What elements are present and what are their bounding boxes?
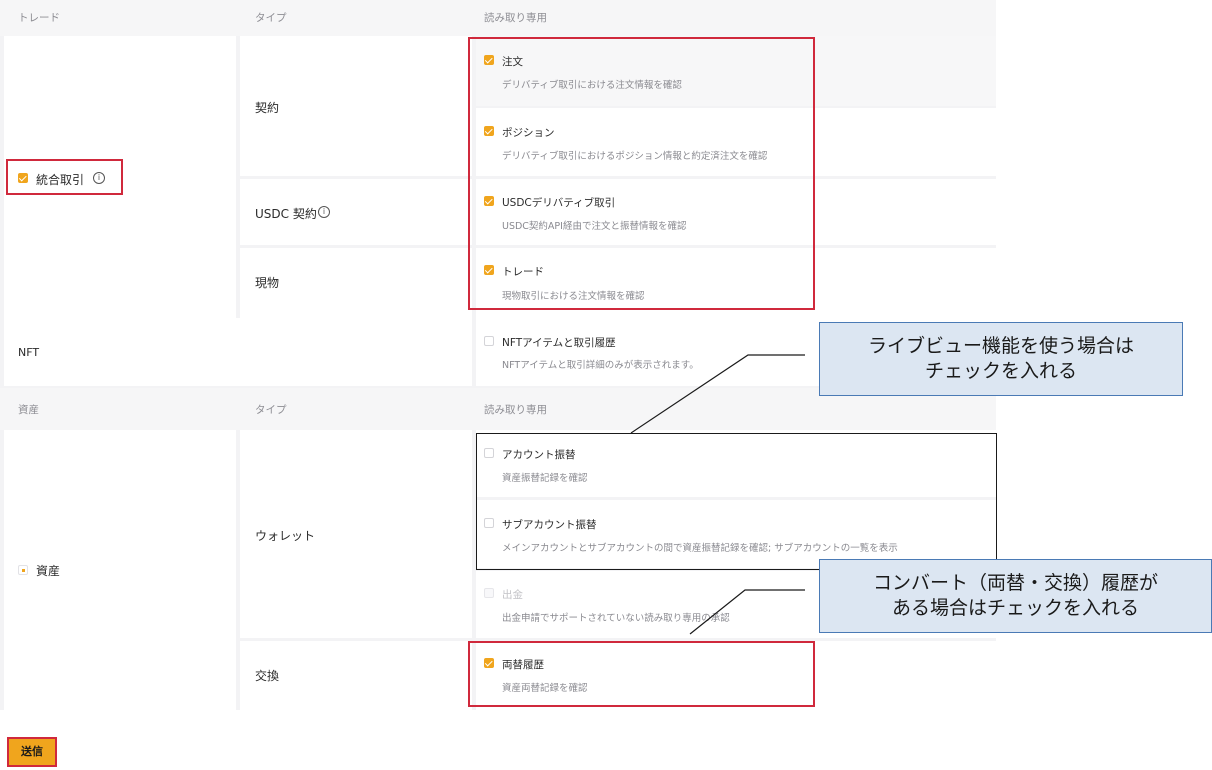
convert-connector <box>689 589 805 635</box>
live-view-connector <box>630 354 805 434</box>
live-view-callout: ライブビュー機能を使う場合は チェックを入れる <box>819 322 1183 396</box>
convert-callout: コンバート（両替・交換）履歴が ある場合はチェックを入れる <box>819 559 1212 633</box>
convert-callout-line2: ある場合はチェックを入れる <box>891 597 1139 619</box>
live-view-callout-line2: チェックを入れる <box>924 360 1077 382</box>
convert-callout-line1: コンバート（両替・交換）履歴が <box>872 572 1158 594</box>
live-view-callout-line1: ライブビュー機能を使う場合は <box>867 335 1134 357</box>
submit-button[interactable]: 送信 <box>7 737 57 767</box>
